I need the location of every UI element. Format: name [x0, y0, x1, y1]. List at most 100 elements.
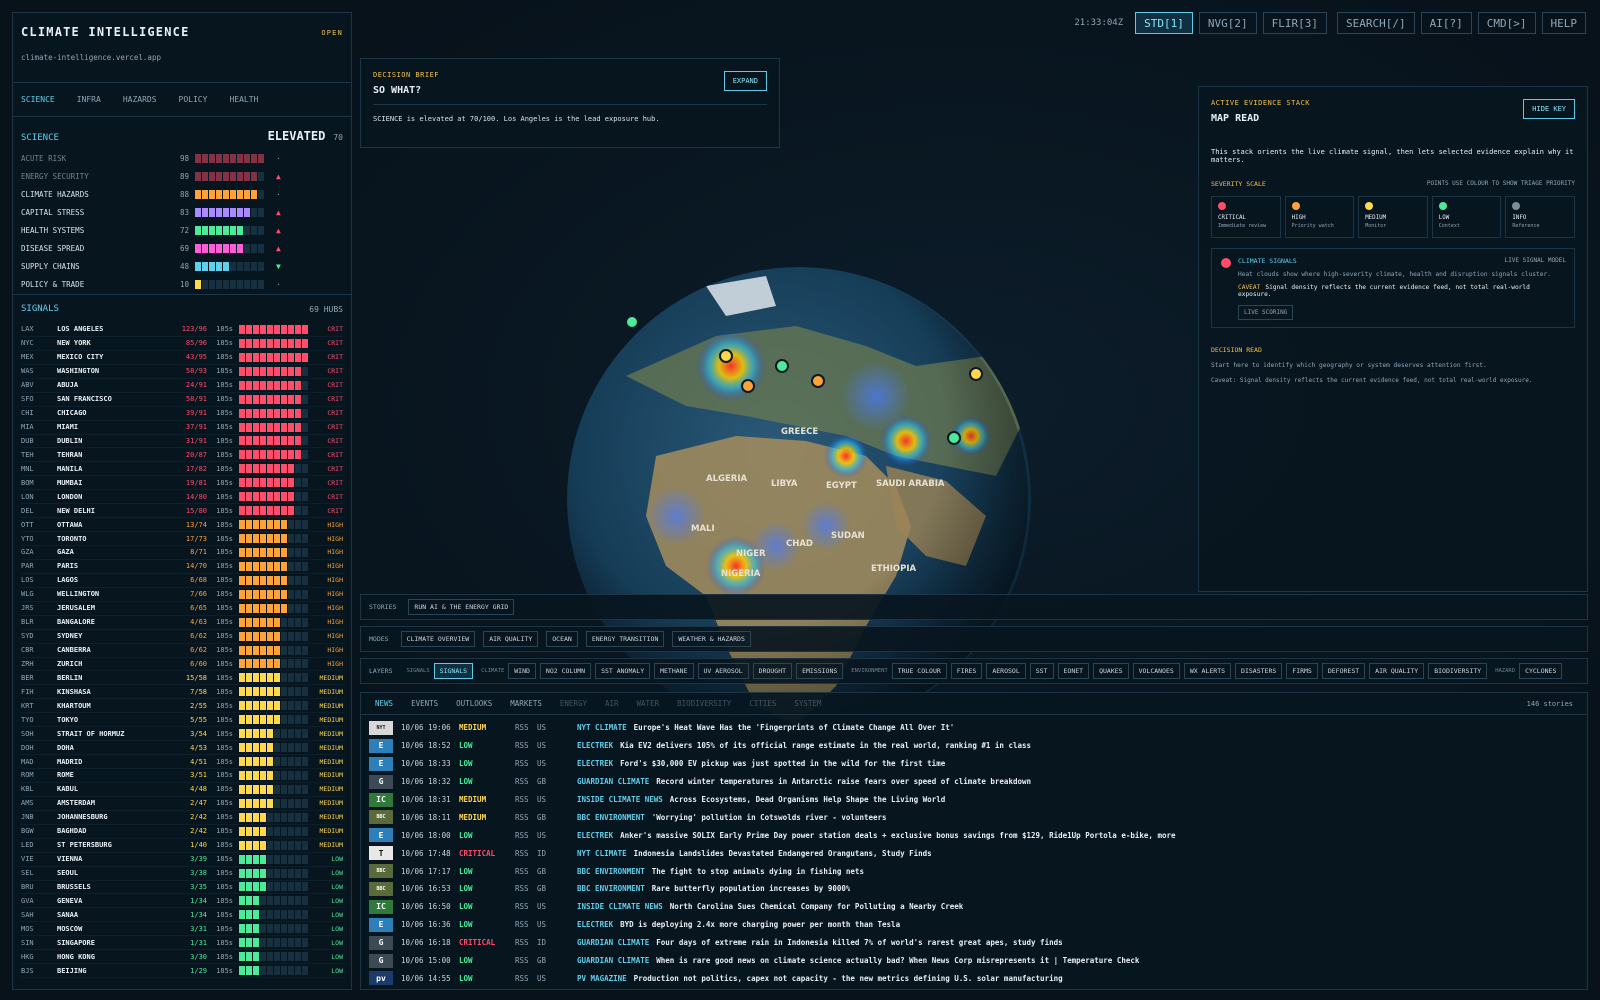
tab-hazards[interactable]: HAZARDS — [123, 95, 157, 104]
table-row[interactable]: LOS LAGOS 6/68 185s HIGH — [21, 574, 343, 588]
table-row[interactable]: LON LONDON 14/80 185s CRIT — [21, 490, 343, 505]
table-row[interactable]: MOS MOSCOW 3/31 185s LOW — [21, 922, 343, 937]
table-row[interactable]: BOM MUMBAI 19/81 185s CRIT — [21, 476, 343, 491]
news-tab-air[interactable]: AIR — [605, 699, 619, 708]
mode-chip[interactable]: OCEAN — [546, 631, 578, 647]
news-headline[interactable]: 'Worrying' pollution in Cotswolds river … — [652, 813, 887, 822]
table-row[interactable]: PAR PARIS 14/70 185s HIGH — [21, 560, 343, 574]
news-source[interactable]: NYT CLIMATE — [577, 723, 627, 732]
tab-health[interactable]: HEALTH — [229, 95, 258, 104]
table-row[interactable]: BGW BAGHDAD 2/42 185s MEDIUM — [21, 825, 343, 839]
news-source[interactable]: INSIDE CLIMATE NEWS — [577, 902, 663, 911]
table-row[interactable]: SEL SEOUL 3/38 185s LOW — [21, 867, 343, 881]
search-button[interactable]: SEARCH[/] — [1337, 12, 1415, 34]
news-source[interactable]: GUARDIAN CLIMATE — [577, 777, 649, 786]
table-row[interactable]: MAD MADRID 4/51 185s MEDIUM — [21, 755, 343, 769]
news-headline[interactable]: When is rare good news on climate scienc… — [656, 956, 1139, 965]
news-tab-water[interactable]: WATER — [637, 699, 660, 708]
table-row[interactable]: CBR CANBERRA 6/62 185s HIGH — [21, 644, 343, 658]
news-headline[interactable]: Production not politics, capex not capac… — [634, 974, 1063, 983]
table-row[interactable]: ZRH ZURICH 6/60 185s HIGH — [21, 658, 343, 672]
mode-chip[interactable]: ENERGY TRANSITION — [585, 631, 665, 647]
news-headline[interactable]: Kia EV2 delivers 105% of its official ra… — [620, 741, 1031, 750]
table-row[interactable]: NYC NEW YORK 85/96 185s CRIT — [21, 337, 343, 351]
news-source[interactable]: NYT CLIMATE — [577, 849, 627, 858]
news-tab-markets[interactable]: MARKETS — [510, 699, 542, 708]
layer-chip[interactable]: VOLCANOES — [1132, 663, 1180, 679]
table-row[interactable]: SFO SAN FRANCISCO 58/91 185s CRIT — [21, 393, 343, 407]
table-row[interactable]: WAS WASHINGTON 58/93 185s CRIT — [21, 365, 343, 379]
news-row[interactable]: E 10/06 18:00 LOW RSS US ELECTREK Anker's mass… — [361, 826, 1587, 844]
news-row[interactable]: pv 10/06 14:55 LOW RSS US PV MAGAZINE Producti… — [361, 969, 1587, 987]
news-tab-cities[interactable]: CITIES — [749, 699, 776, 708]
cmd-button[interactable]: CMD[>] — [1477, 12, 1536, 34]
news-row[interactable]: E 10/06 16:36 LOW RSS US ELECTREK BYD is deplo… — [361, 916, 1587, 934]
tab-infra[interactable]: INFRA — [77, 95, 101, 104]
news-source[interactable]: ELECTREK — [577, 741, 613, 750]
table-row[interactable]: MEX MEXICO CITY 43/95 185s CRIT — [21, 351, 343, 365]
layer-chip[interactable]: CYCLONES — [1519, 663, 1563, 679]
mode-chip[interactable]: CLIMATE OVERVIEW — [400, 631, 476, 647]
table-row[interactable]: SYD SYDNEY 6/62 185s HIGH — [21, 630, 343, 644]
hub-marker[interactable] — [969, 367, 983, 381]
news-row[interactable]: IC 10/06 18:31 MEDIUM RSS US INSIDE CLIMATE N… — [361, 791, 1587, 809]
hub-marker[interactable] — [719, 349, 733, 363]
layer-chip[interactable]: UV AEROSOL — [697, 663, 749, 679]
layer-chip[interactable]: METHANE — [654, 663, 694, 679]
layer-chip[interactable]: AIR QUALITY — [1369, 663, 1425, 679]
news-row[interactable]: G 10/06 16:18 CRITICAL RSS ID GUARDIAN CLIMAT… — [361, 934, 1587, 952]
layer-chip[interactable]: SIGNALS — [433, 663, 474, 679]
news-row[interactable]: T 10/06 17:48 CRITICAL RSS ID NYT CLIMATE Indo… — [361, 844, 1587, 862]
hub-marker[interactable] — [741, 379, 755, 393]
layer-chip[interactable]: DISASTERS — [1235, 663, 1283, 679]
table-row[interactable]: SAH SANAA 1/34 185s LOW — [21, 908, 343, 923]
news-row[interactable]: NYT 10/06 19:06 MEDIUM RSS US NYT CLIMATE Euro… — [361, 719, 1587, 737]
news-headline[interactable]: Rare butterfly population increases by 9… — [652, 884, 851, 893]
table-row[interactable]: GVA GENEVA 1/34 185s LOW — [21, 894, 343, 909]
table-row[interactable]: ABV ABUJA 24/91 185s CRIT — [21, 379, 343, 393]
layer-chip[interactable]: TRUE COLOUR — [891, 663, 947, 679]
hub-marker[interactable] — [947, 431, 961, 445]
news-headline[interactable]: BYD is deploying 2.4x more charging powe… — [620, 920, 900, 929]
news-source[interactable]: GUARDIAN CLIMATE — [577, 956, 649, 965]
news-row[interactable]: BBC 10/06 16:53 LOW RSS GB BBC ENVIRONMENT Rar… — [361, 880, 1587, 898]
news-headline[interactable]: Europe's Heat Wave Has the 'Fingerprints… — [634, 723, 955, 732]
help-button[interactable]: HELP — [1541, 12, 1586, 34]
news-headline[interactable]: Across Ecosystems, Dead Organisms Help S… — [670, 795, 945, 804]
table-row[interactable]: MIA MIAMI 37/91 185s CRIT — [21, 421, 343, 435]
layer-chip[interactable]: BIODIVERSITY — [1428, 663, 1488, 679]
table-row[interactable]: CHI CHICAGO 39/91 185s CRIT — [21, 407, 343, 421]
news-source[interactable]: BBC ENVIRONMENT — [577, 813, 645, 822]
table-row[interactable]: DUB DUBLIN 31/91 185s CRIT — [21, 435, 343, 449]
table-row[interactable]: YTO TORONTO 17/73 185s HIGH — [21, 532, 343, 546]
live-scoring-button[interactable]: LIVE SCORING — [1238, 305, 1294, 320]
layer-chip[interactable]: SST — [1029, 663, 1054, 679]
news-source[interactable]: BBC ENVIRONMENT — [577, 867, 645, 876]
layer-chip[interactable]: DEFOREST — [1321, 663, 1366, 679]
news-headline[interactable]: Indonesia Landslides Devastated Endanger… — [634, 849, 932, 858]
news-source[interactable]: INSIDE CLIMATE NEWS — [577, 795, 663, 804]
mode-nvg-button[interactable]: NVG[2] — [1198, 12, 1257, 34]
table-row[interactable]: BER BERLIN 15/58 185s MEDIUM — [21, 671, 343, 686]
news-tab-biodiversity[interactable]: BIODIVERSITY — [677, 699, 731, 708]
table-row[interactable]: VIE VIENNA 3/39 185s LOW — [21, 853, 343, 867]
news-source[interactable]: GUARDIAN CLIMATE — [577, 938, 649, 947]
news-tab-events[interactable]: EVENTS — [411, 699, 438, 708]
table-row[interactable]: JRS JERUSALEM 6/65 185s HIGH — [21, 602, 343, 616]
table-row[interactable]: WLG WELLINGTON 7/66 185s HIGH — [21, 588, 343, 602]
table-row[interactable]: AMS AMSTERDAM 2/47 185s MEDIUM — [21, 797, 343, 811]
layer-chip[interactable]: AEROSOL — [986, 663, 1026, 679]
news-source[interactable]: ELECTREK — [577, 920, 613, 929]
hub-marker[interactable] — [625, 315, 639, 329]
layer-chip[interactable]: FIRMS — [1286, 663, 1318, 679]
layer-chip[interactable]: FIRES — [950, 663, 983, 679]
news-headline[interactable]: The fight to stop animals dying in fishi… — [652, 867, 864, 876]
news-tab-outlooks[interactable]: OUTLOOKS — [456, 699, 492, 708]
table-row[interactable]: FIH KINSHASA 7/58 185s MEDIUM — [21, 685, 343, 700]
table-row[interactable]: BRU BRUSSELS 3/35 185s LOW — [21, 881, 343, 895]
table-row[interactable]: KBL KABUL 4/48 185s MEDIUM — [21, 783, 343, 797]
news-headline[interactable]: Four days of extreme rain in Indonesia k… — [656, 938, 1062, 947]
table-row[interactable]: LED ST PETERSBURG 1/40 185s MEDIUM — [21, 839, 343, 853]
news-row[interactable]: G 10/06 15:00 LOW RSS GB GUARDIAN CLIMATE When… — [361, 952, 1587, 970]
news-tab-news[interactable]: NEWS — [375, 699, 393, 708]
